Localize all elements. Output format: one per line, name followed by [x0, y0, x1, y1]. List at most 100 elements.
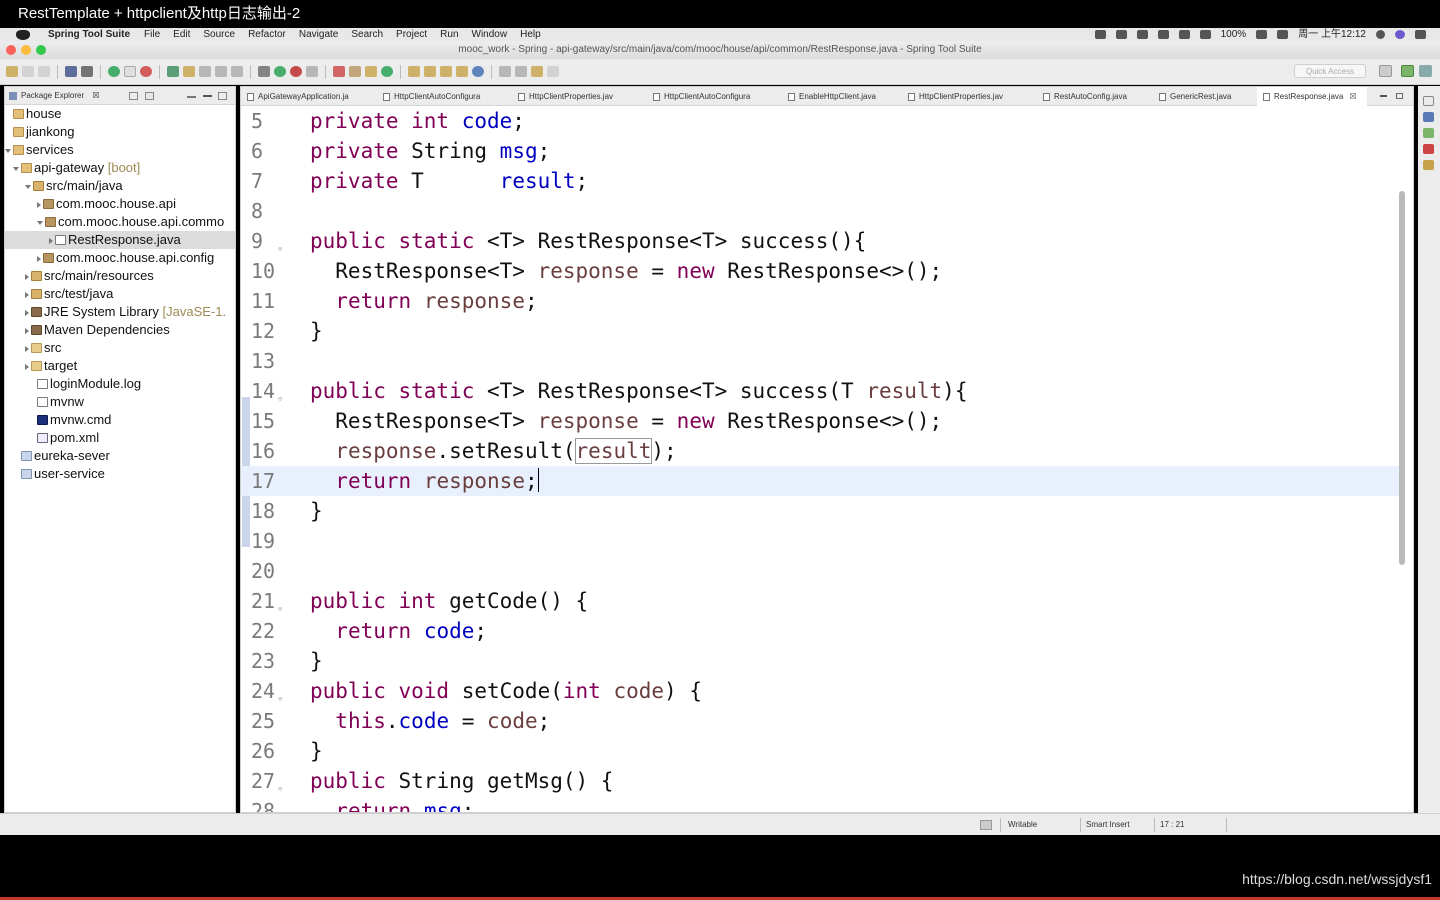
- edit-icon[interactable]: [183, 66, 195, 77]
- save-all-icon[interactable]: [38, 66, 50, 77]
- apple-icon[interactable]: [16, 29, 30, 40]
- debug-icon[interactable]: [258, 66, 270, 77]
- collapsed-arrow-icon[interactable]: [25, 363, 29, 370]
- menu-window[interactable]: Window: [472, 28, 508, 41]
- tree-item-api-gateway[interactable]: api-gateway [boot]: [5, 159, 235, 177]
- link-editor-icon[interactable]: [145, 92, 154, 100]
- editor-tab[interactable]: HttpClientAutoConfigura: [377, 87, 512, 106]
- new-package-icon[interactable]: [349, 66, 361, 77]
- back-icon[interactable]: [531, 66, 543, 77]
- external-tools-icon[interactable]: [306, 66, 318, 77]
- minimize-window-icon[interactable]: [21, 45, 31, 55]
- tree-item-house[interactable]: house: [5, 105, 235, 123]
- web-browser-icon[interactable]: [472, 66, 484, 77]
- tree-item-src[interactable]: src: [5, 339, 235, 357]
- editor-tab[interactable]: ApiGatewayApplication.ja: [241, 87, 377, 106]
- input-method-icon[interactable]: [1277, 30, 1289, 39]
- boot-dashboard-icon[interactable]: [108, 66, 120, 77]
- editor-tab[interactable]: HttpClientProperties.jav: [902, 87, 1037, 106]
- open-task-icon[interactable]: [424, 66, 436, 77]
- menu-run[interactable]: Run: [440, 28, 458, 41]
- close-view-icon[interactable]: ☒: [92, 91, 99, 100]
- minimize-editor-icon[interactable]: [1380, 95, 1387, 97]
- collapsed-arrow-icon[interactable]: [25, 273, 29, 280]
- next-annotation-icon[interactable]: [499, 66, 511, 77]
- editor-tab[interactable]: EnableHttpClient.java: [782, 87, 902, 106]
- search-icon[interactable]: [440, 66, 452, 77]
- status-icon[interactable]: [980, 820, 992, 830]
- collapsed-arrow-icon[interactable]: [25, 291, 29, 298]
- tree-item-mvnw[interactable]: mvnw: [5, 393, 235, 411]
- clock[interactable]: 周一 上午12:12: [1298, 28, 1366, 41]
- save-icon[interactable]: [22, 66, 34, 77]
- new-java-class-icon[interactable]: [333, 66, 345, 77]
- code-area[interactable]: 5 private int code; 6 private String msg; …: [241, 106, 1413, 812]
- run-icon[interactable]: [274, 66, 286, 77]
- close-window-icon[interactable]: [6, 45, 16, 55]
- tree-item-jre-library[interactable]: JRE System Library [JavaSE-1.: [5, 303, 235, 321]
- bluetooth-icon[interactable]: [1178, 30, 1190, 39]
- open-resource-icon[interactable]: [456, 66, 468, 77]
- menu-file[interactable]: File: [144, 28, 160, 41]
- block-icon[interactable]: [231, 66, 243, 77]
- expand-arrow-icon[interactable]: [5, 148, 11, 153]
- junit-icon[interactable]: [1423, 160, 1434, 170]
- close-tab-icon[interactable]: ☒: [1349, 87, 1356, 106]
- collapsed-arrow-icon[interactable]: [37, 201, 41, 208]
- spring-perspective-icon[interactable]: [1401, 65, 1414, 77]
- tree-item-target[interactable]: target: [5, 357, 235, 375]
- menu-source[interactable]: Source: [203, 28, 235, 41]
- tree-item-package-common[interactable]: com.mooc.house.api.commo: [5, 213, 235, 231]
- tray-icon[interactable]: [1157, 30, 1169, 39]
- collapsed-arrow-icon[interactable]: [37, 255, 41, 262]
- open-type-icon[interactable]: [408, 66, 420, 77]
- tree-item-loginmodule-log[interactable]: loginModule.log: [5, 375, 235, 393]
- tray-icon[interactable]: [1115, 30, 1127, 39]
- tree-item-user-service[interactable]: user-service: [5, 465, 235, 483]
- tray-icon[interactable]: [1094, 30, 1106, 39]
- spring-explorer-icon[interactable]: [1423, 144, 1434, 154]
- menu-project[interactable]: Project: [396, 28, 427, 41]
- minimize-view-icon[interactable]: [203, 95, 212, 97]
- editor-tab[interactable]: HttpClientProperties.jav: [512, 87, 647, 106]
- zoom-window-icon[interactable]: [36, 45, 46, 55]
- menu-help[interactable]: Help: [520, 28, 541, 41]
- siri-icon[interactable]: [1395, 30, 1405, 39]
- tree-item-services[interactable]: services: [5, 141, 235, 159]
- menu-refactor[interactable]: Refactor: [248, 28, 286, 41]
- editor-tab[interactable]: RestAutoConfig.java: [1037, 87, 1153, 106]
- battery-icon[interactable]: [1256, 30, 1268, 39]
- new-folder-icon[interactable]: [381, 66, 393, 77]
- tree-item-mvnw-cmd[interactable]: mvnw.cmd: [5, 411, 235, 429]
- task-list-icon[interactable]: [1423, 128, 1434, 138]
- tree-item-package-config[interactable]: com.mooc.house.api.config: [5, 249, 235, 267]
- prev-annotation-icon[interactable]: [515, 66, 527, 77]
- terminal-icon[interactable]: [65, 66, 77, 77]
- collapsed-arrow-icon[interactable]: [49, 237, 53, 244]
- tree-item-src-main-java[interactable]: src/main/java: [5, 177, 235, 195]
- expand-arrow-icon[interactable]: [13, 166, 19, 171]
- tree-item-restresponse-java[interactable]: RestResponse.java: [5, 231, 235, 249]
- debug-perspective-icon[interactable]: [1419, 65, 1432, 77]
- collapsed-arrow-icon[interactable]: [25, 309, 29, 316]
- skip-breakpoints-icon[interactable]: [81, 66, 93, 77]
- collapsed-arrow-icon[interactable]: [25, 327, 29, 334]
- notification-center-icon[interactable]: [1415, 30, 1426, 39]
- outline-view-icon[interactable]: [1423, 112, 1434, 122]
- quick-access-input[interactable]: Quick Access: [1294, 64, 1366, 78]
- new-icon[interactable]: [6, 66, 18, 77]
- format-icon[interactable]: [199, 66, 211, 77]
- wifi-icon[interactable]: [1199, 30, 1211, 39]
- spotlight-icon[interactable]: [1376, 30, 1385, 39]
- maximize-editor-icon[interactable]: [1396, 93, 1403, 99]
- tree-item-jiankong[interactable]: jiankong: [5, 123, 235, 141]
- menu-navigate[interactable]: Navigate: [299, 28, 338, 41]
- tree-item-maven-dependencies[interactable]: Maven Dependencies: [5, 321, 235, 339]
- expand-arrow-icon[interactable]: [25, 184, 31, 189]
- maximize-view-icon[interactable]: [218, 92, 227, 100]
- editor-tab-active[interactable]: RestResponse.java ☒: [1257, 87, 1367, 106]
- toggle-mark-icon[interactable]: [124, 66, 136, 77]
- restore-icon[interactable]: [1423, 96, 1434, 106]
- coverage-icon[interactable]: [290, 66, 302, 77]
- collapsed-arrow-icon[interactable]: [25, 345, 29, 352]
